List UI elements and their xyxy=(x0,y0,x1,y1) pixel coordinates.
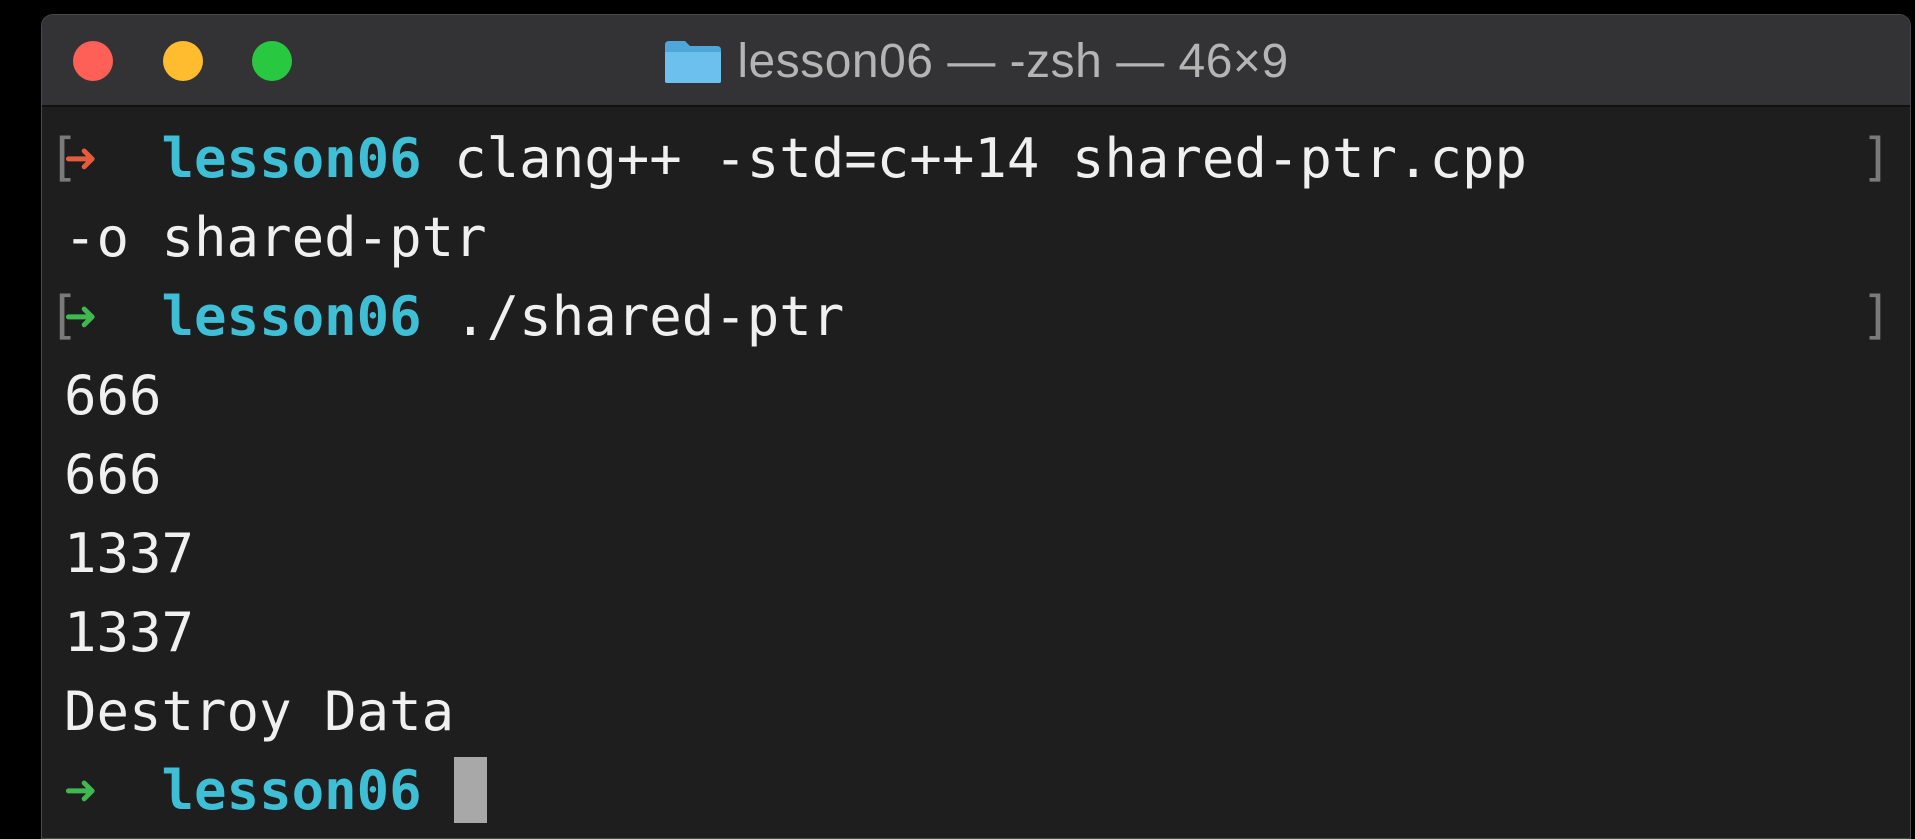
output-line: Destroy Data xyxy=(64,672,1910,751)
title-bar[interactable]: lesson06 — -zsh — 46×9 xyxy=(42,15,1910,107)
output-line: 1337 xyxy=(64,514,1910,593)
output-text: 1337 xyxy=(64,522,195,585)
prompt-line: [] ➜ lesson06 clang++ -std=c++14 shared-p… xyxy=(48,119,1910,198)
output-line: -o shared-ptr xyxy=(64,198,1910,277)
output-text: 666 xyxy=(64,443,162,506)
output-line: 666 xyxy=(64,356,1910,435)
arrow-right-icon: ➜ xyxy=(64,759,97,822)
mark-bracket-right: ] xyxy=(1860,286,1892,346)
prompt-directory: lesson06 xyxy=(161,759,422,822)
prompt-directory: lesson06 xyxy=(161,127,422,190)
command-text: clang++ -std=c++14 shared-ptr.cpp xyxy=(454,127,1528,190)
prompt-line: ➜ lesson06 xyxy=(64,751,1910,830)
command-text: ./shared-ptr xyxy=(454,285,845,348)
output-text: 1337 xyxy=(64,601,195,664)
mark-bracket-right: ] xyxy=(1860,128,1892,188)
terminal-output[interactable]: [] ➜ lesson06 clang++ -std=c++14 shared-p… xyxy=(42,119,1910,838)
output-text: Destroy Data xyxy=(64,680,455,743)
text-cursor xyxy=(454,757,488,824)
window-title-area: lesson06 — -zsh — 46×9 xyxy=(42,15,1910,107)
mark-bracket-left: [ xyxy=(48,286,80,346)
window-title: lesson06 — -zsh — 46×9 xyxy=(737,34,1289,88)
prompt-directory: lesson06 xyxy=(161,285,422,348)
output-text: 666 xyxy=(64,364,162,427)
output-line: 666 xyxy=(64,435,1910,514)
terminal-window: lesson06 — -zsh — 46×9 [] ➜ lesson06 clan… xyxy=(41,14,1911,839)
output-line: 1337 xyxy=(64,593,1910,672)
folder-icon xyxy=(663,37,723,85)
output-text: -o shared-ptr xyxy=(64,206,487,269)
prompt-line: [] ➜ lesson06 ./shared-ptr xyxy=(48,277,1910,356)
mark-bracket-left: [ xyxy=(48,128,80,188)
